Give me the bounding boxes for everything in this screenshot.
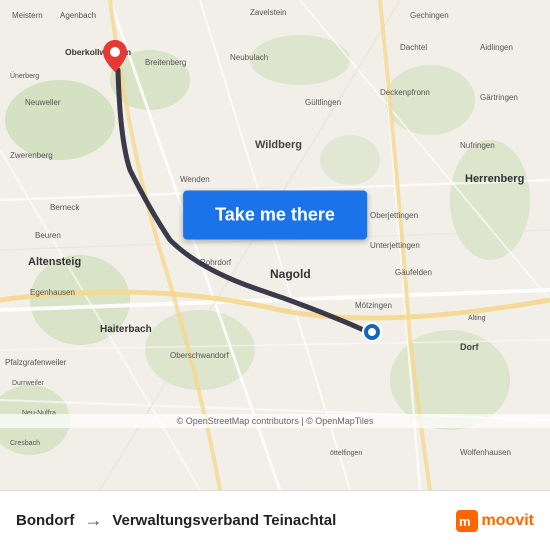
svg-text:Gäufelden: Gäufelden bbox=[395, 268, 432, 277]
svg-text:Gechingen: Gechingen bbox=[410, 11, 449, 20]
svg-text:Oberjettingen: Oberjettingen bbox=[370, 211, 418, 220]
svg-text:Beuren: Beuren bbox=[35, 231, 61, 240]
map-attribution: © OpenStreetMap contributors | © OpenMap… bbox=[0, 414, 550, 428]
svg-text:Altensteig: Altensteig bbox=[28, 256, 81, 268]
svg-text:m: m bbox=[459, 514, 471, 529]
svg-text:Ünerberg: Ünerberg bbox=[10, 72, 39, 80]
moovit-logo: m moovit bbox=[456, 510, 534, 532]
svg-text:Unterjettingen: Unterjettingen bbox=[370, 241, 420, 250]
svg-text:Alting: Alting bbox=[468, 315, 486, 322]
svg-text:Wolfenhausen: Wolfenhausen bbox=[460, 448, 511, 457]
route-arrow-icon: → bbox=[84, 510, 102, 531]
svg-text:Wildberg: Wildberg bbox=[255, 139, 302, 151]
bottom-bar: Bondorf → Verwaltungsverband Teinachtal … bbox=[0, 490, 550, 550]
svg-text:Mötzingen: Mötzingen bbox=[355, 301, 392, 310]
take-me-there-overlay: Take me there bbox=[183, 191, 367, 240]
moovit-text: moovit bbox=[482, 512, 534, 530]
take-me-there-button[interactable]: Take me there bbox=[183, 191, 367, 240]
route-to: Verwaltungsverband Teinachtal bbox=[112, 512, 336, 529]
svg-text:Dachtel: Dachtel bbox=[400, 43, 427, 52]
destination-pin bbox=[103, 40, 127, 72]
svg-text:Meistern: Meistern bbox=[12, 11, 43, 20]
svg-text:Wenden: Wenden bbox=[180, 175, 210, 184]
svg-text:Zwerenberg: Zwerenberg bbox=[10, 151, 53, 160]
svg-text:Herrenberg: Herrenberg bbox=[465, 173, 524, 185]
svg-text:Oberschwandorf: Oberschwandorf bbox=[170, 351, 229, 360]
svg-text:Durrweiler: Durrweiler bbox=[12, 380, 45, 387]
svg-text:Nagold: Nagold bbox=[270, 267, 311, 281]
svg-text:Aidlingen: Aidlingen bbox=[480, 43, 513, 52]
svg-text:Gültlingen: Gültlingen bbox=[305, 98, 341, 107]
svg-text:Cresbach: Cresbach bbox=[10, 440, 40, 447]
svg-text:Egenhausen: Egenhausen bbox=[30, 288, 75, 297]
svg-text:Gärtringen: Gärtringen bbox=[480, 93, 518, 102]
origin-pin bbox=[362, 322, 382, 342]
svg-text:Zavelstein: Zavelstein bbox=[250, 8, 286, 17]
svg-text:Neuweller: Neuweller bbox=[25, 98, 61, 107]
svg-text:öttelfingen: öttelfingen bbox=[330, 450, 362, 457]
svg-text:Dorf: Dorf bbox=[460, 342, 479, 352]
svg-text:Pfalzgrafenweiler: Pfalzgrafenweiler bbox=[5, 358, 67, 367]
svg-text:Breitenberg: Breitenberg bbox=[145, 58, 186, 67]
svg-text:Nufringen: Nufringen bbox=[460, 141, 495, 150]
svg-text:Deckenpfronn: Deckenpfronn bbox=[380, 88, 430, 97]
svg-text:Berneck: Berneck bbox=[50, 203, 80, 212]
svg-text:Agenbach: Agenbach bbox=[60, 11, 96, 20]
route-from: Bondorf bbox=[16, 512, 74, 529]
svg-text:Haiterbach: Haiterbach bbox=[100, 324, 152, 335]
map-container: Meistern Agenbach Zavelstein Gechingen O… bbox=[0, 0, 550, 490]
svg-text:Neubulach: Neubulach bbox=[230, 53, 268, 62]
moovit-icon: m bbox=[456, 510, 478, 532]
